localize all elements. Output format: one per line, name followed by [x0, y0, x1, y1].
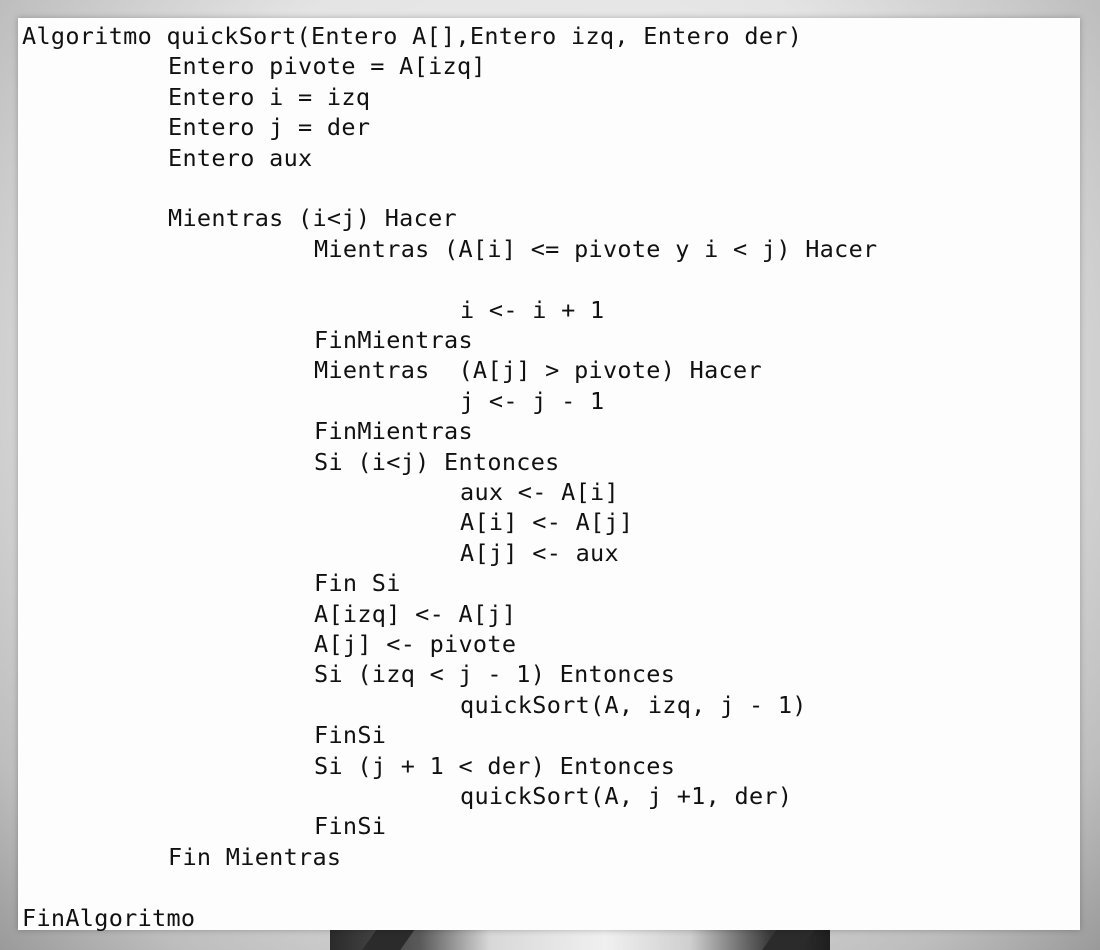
code-line: Si (j + 1 < der) Entonces — [314, 751, 676, 780]
code-line: Fin Mientras — [168, 842, 342, 871]
code-line: Fin Si — [314, 569, 401, 598]
background-photo-stripe — [362, 928, 416, 950]
code-line: Algoritmo quickSort(Entero A[],Entero iz… — [22, 22, 803, 50]
code-line: FinMientras — [314, 326, 473, 354]
code-line: aux <- A[i] — [460, 478, 619, 506]
background-photo-stripe — [762, 928, 816, 950]
code-line: A[j] <- aux — [460, 538, 619, 567]
background-photo-strip — [330, 928, 830, 950]
code-line: Entero pivote = A[izq] — [168, 52, 486, 81]
code-line: Si (i<j) Entonces — [314, 447, 560, 476]
code-line: Mientras (i<j) Hacer — [168, 204, 457, 233]
code-line: Mientras (A[i] <= pivote y i < j) Hacer — [314, 234, 878, 263]
code-line: Entero aux — [168, 143, 313, 172]
code-line: i <- i + 1 — [460, 295, 605, 324]
code-line: Mientras (A[j] > pivote) Hacer — [314, 356, 762, 385]
code-line: FinSi — [314, 721, 387, 750]
code-line: A[j] <- pivote — [314, 630, 517, 658]
code-line: Entero j = der — [168, 113, 371, 142]
code-line: A[i] <- A[j] — [460, 508, 634, 537]
code-line: A[izq] <- A[j] — [314, 599, 517, 628]
code-line: FinMientras — [314, 417, 473, 446]
code-line: FinAlgoritmo — [22, 903, 196, 932]
code-line: quickSort(A, izq, j - 1) — [460, 690, 807, 719]
code-line: Si (izq < j - 1) Entonces — [314, 660, 676, 689]
pseudocode-panel: Algoritmo quickSort(Entero A[],Entero iz… — [18, 18, 1080, 932]
code-line: FinSi — [314, 812, 387, 841]
code-line: quickSort(A, j +1, der) — [460, 782, 793, 810]
code-line: Entero i = izq — [168, 82, 371, 111]
code-line: j <- j - 1 — [460, 386, 605, 415]
